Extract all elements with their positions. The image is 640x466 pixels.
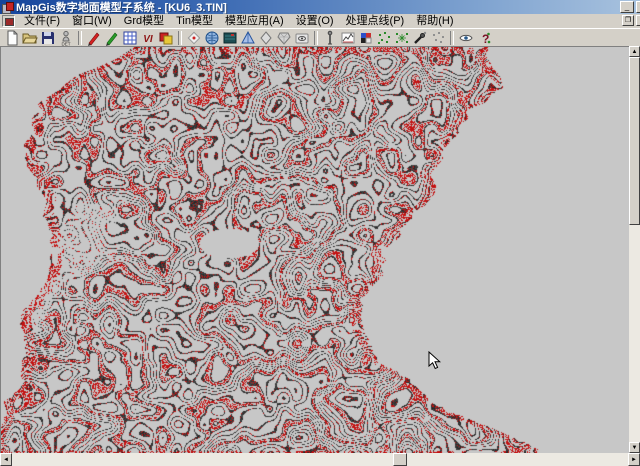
globe-mesh-icon[interactable] (203, 29, 221, 46)
menu-item-6[interactable]: 处理点线(P) (340, 14, 411, 28)
menu-item-4[interactable]: 模型应用(A) (219, 14, 290, 28)
menu-item-2[interactable]: Grd模型 (118, 14, 170, 28)
scroll-up-button[interactable]: ▲ (629, 46, 640, 57)
child-window-controls: ❐×_ (622, 15, 640, 26)
toolbar: DET VI? (0, 28, 640, 46)
window-title: MapGis数字地面模型子系统 - [KU6_3.TIN] (16, 0, 227, 15)
pipe-tool-icon[interactable] (411, 29, 429, 46)
minimize-button[interactable]: _ (620, 1, 634, 13)
menu-bar: 文件(F)窗口(W)Grd模型Tin模型模型应用(A)设置(O)处理点线(P)帮… (0, 14, 640, 29)
scatter-star-icon[interactable] (393, 29, 411, 46)
grid-icon[interactable] (121, 29, 139, 46)
horizontal-scroll-track[interactable] (12, 453, 628, 466)
toolbar-separator (78, 31, 82, 45)
scroll-right-button[interactable]: ► (628, 453, 640, 466)
toolbar-separator (314, 31, 318, 45)
eye-icon[interactable] (457, 29, 475, 46)
dark-panel-icon[interactable] (221, 29, 239, 46)
child-close-button[interactable]: × (636, 15, 640, 26)
open-folder-icon[interactable] (21, 29, 39, 46)
menu-items: 文件(F)窗口(W)Grd模型Tin模型模型应用(A)设置(O)处理点线(P)帮… (18, 14, 460, 28)
lamp-icon[interactable] (185, 29, 203, 46)
save-icon[interactable] (39, 29, 57, 46)
document-window-icon (2, 15, 15, 27)
horizontal-scrollbar[interactable]: ◄ ► (0, 453, 640, 466)
red-pen-icon[interactable] (85, 29, 103, 46)
maximize-button[interactable]: □ (636, 1, 640, 13)
help-icon[interactable]: ? (475, 29, 493, 46)
new-document-icon[interactable] (3, 29, 21, 46)
det-statue-icon[interactable]: DET (57, 29, 75, 46)
menu-item-1[interactable]: 窗口(W) (66, 14, 118, 28)
mapgis-logo-icon (2, 2, 13, 13)
crystal-icon[interactable] (275, 29, 293, 46)
title-bar: MapGis数字地面模型子系统 - [KU6_3.TIN] _□× (0, 0, 640, 14)
vertical-scroll-thumb[interactable] (629, 57, 640, 225)
tin-contour-map-canvas[interactable] (1, 47, 629, 453)
mapgis-window: { "window": { "title": "MapGis数字地面模型子系统 … (0, 0, 640, 466)
color-tiles-icon[interactable] (157, 29, 175, 46)
scatter-gray-icon[interactable] (429, 29, 447, 46)
horizontal-scroll-thumb[interactable] (393, 453, 407, 466)
svg-text:DET: DET (62, 41, 71, 46)
prism-icon[interactable] (239, 29, 257, 46)
plumb-pin-icon[interactable] (321, 29, 339, 46)
green-pen-icon[interactable] (103, 29, 121, 46)
child-restore-button[interactable]: ❐ (622, 15, 634, 26)
toolbar-separator (450, 31, 454, 45)
menu-item-5[interactable]: 设置(O) (290, 14, 340, 28)
scroll-left-button[interactable]: ◄ (0, 453, 12, 466)
scroll-down-button[interactable]: ▼ (629, 442, 640, 453)
menu-item-3[interactable]: Tin模型 (170, 14, 219, 28)
svg-text:VI: VI (143, 34, 153, 45)
card-eye-icon[interactable] (293, 29, 311, 46)
menu-item-7[interactable]: 帮助(H) (410, 14, 459, 28)
scatter-points-icon[interactable] (375, 29, 393, 46)
map-viewport[interactable] (0, 46, 629, 453)
diamond-icon[interactable] (257, 29, 275, 46)
vi-icon[interactable]: VI (139, 29, 157, 46)
toolbar-separator (178, 31, 182, 45)
profile-chart-icon[interactable] (339, 29, 357, 46)
window-controls: _□× (620, 1, 640, 13)
vertical-scrollbar[interactable]: ▲ ▼ (629, 46, 640, 453)
menu-item-0[interactable]: 文件(F) (18, 14, 66, 28)
color-square-icon[interactable] (357, 29, 375, 46)
